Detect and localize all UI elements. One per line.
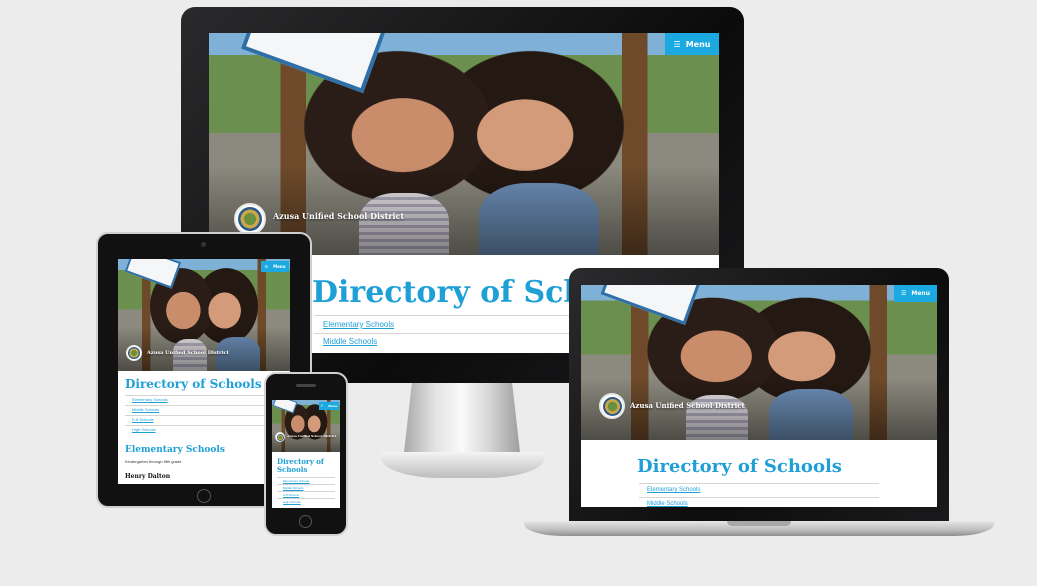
link-elementary-schools[interactable]: Elementary Schools [323,320,394,329]
laptop-link-middle[interactable]: Middle Schools [647,501,688,507]
phone-page-title: Directory of Schools [277,457,324,474]
tablet-link-elementary[interactable]: Elementary Schools [132,397,168,402]
menu-button[interactable]: ☰ Menu [665,33,719,55]
tablet-camera [201,242,206,247]
laptop-menu-button[interactable]: ☰ Menu [894,285,937,302]
phone-speaker [296,384,316,387]
district-seal-icon[interactable] [234,203,266,235]
district-seal-icon[interactable] [126,345,142,361]
menu-label: Menu [273,264,286,269]
phone-screen: ☰ Menu Azusa Unified School District Dir… [272,400,340,508]
laptop-screen: ☰ Menu Azusa Unified School District Dir… [581,285,937,507]
phone-site-name[interactable]: Azusa Unified School District [287,434,337,438]
tablet-link-k8[interactable]: K-8 Schools [132,417,154,422]
tablet-link-high[interactable]: High Schools [132,427,156,432]
laptop: ☰ Menu Azusa Unified School District Dir… [524,268,994,540]
site-name[interactable]: Azusa Unified School District [273,211,404,221]
phone-link-elementary[interactable]: Elementary Schools [283,479,310,483]
hamburger-icon: ☰ [320,404,324,408]
tablet-site-name[interactable]: Azusa Unified School District [147,350,229,356]
hero-photo [209,33,719,255]
tablet-link-middle[interactable]: Middle Schools [132,407,159,412]
monitor-foot [381,452,545,478]
tablet-first-school: Henry Dalton [125,473,171,480]
hamburger-icon: ☰ [901,290,907,297]
laptop-notch [727,521,791,526]
district-seal-icon[interactable] [275,432,285,442]
laptop-site-name[interactable]: Azusa Unified School District [630,401,745,410]
hamburger-icon: ☰ [673,39,681,49]
laptop-page-title: Directory of Schools [637,456,842,477]
laptop-link-elementary[interactable]: Elementary Schools [647,487,700,493]
menu-label: Menu [685,39,711,49]
phone-link-k8[interactable]: K-8 Schools [283,493,299,497]
tablet-home-button[interactable] [197,489,211,503]
menu-label: Menu [911,290,930,297]
hamburger-icon: ☰ [264,264,269,269]
phone-link-middle[interactable]: Middle Schools [283,486,303,490]
tablet-page-title: Directory of Schools [125,377,262,391]
tablet-section-heading: Elementary Schools [125,445,225,455]
phone-home-button[interactable] [299,515,312,528]
phone: ☰ Menu Azusa Unified School District Dir… [264,372,348,536]
phone-link-high[interactable]: High Schools [283,500,301,504]
tablet-menu-button[interactable]: ☰ Menu [261,261,289,272]
tablet-section-subtitle: Kindergarten through fifth grade [125,459,182,464]
menu-label: Menu [328,404,338,408]
laptop-hero-photo [581,285,937,440]
link-middle-schools[interactable]: Middle Schools [323,337,377,346]
phone-menu-button[interactable]: ☰ Menu [319,402,339,410]
monitor-stand [403,383,521,453]
district-seal-icon[interactable] [599,393,625,419]
